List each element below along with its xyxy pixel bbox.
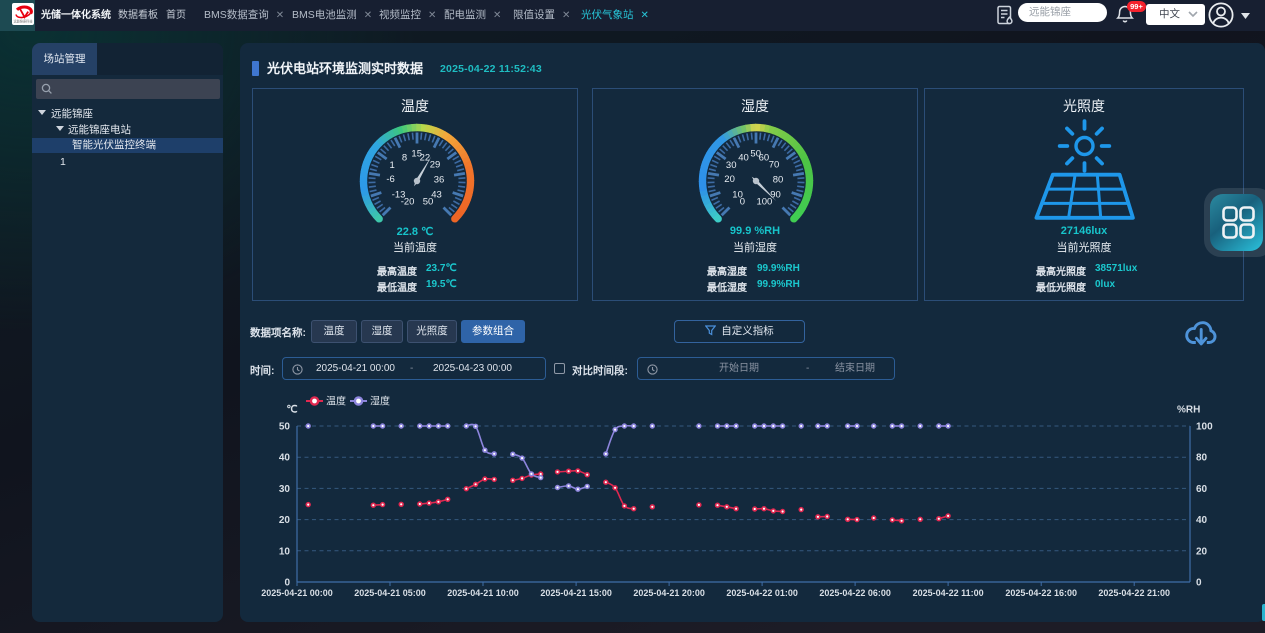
svg-text:湿度: 湿度 xyxy=(370,395,390,408)
svg-text:2025-04-22 01:00: 2025-04-22 01:00 xyxy=(726,588,798,598)
svg-text:2025-04-22 11:00: 2025-04-22 11:00 xyxy=(913,588,984,598)
svg-text:远能锦座科技: 远能锦座科技 xyxy=(13,19,33,24)
svg-text:2025-04-21 20:00: 2025-04-21 20:00 xyxy=(633,588,705,598)
svg-text:10: 10 xyxy=(732,189,743,200)
svg-text:20: 20 xyxy=(724,174,735,185)
svg-text:60: 60 xyxy=(1196,484,1208,495)
svg-text:10: 10 xyxy=(279,546,291,557)
svg-text:℃: ℃ xyxy=(286,405,297,416)
svg-text:36: 36 xyxy=(434,175,445,186)
svg-text:2025-04-22 16:00: 2025-04-22 16:00 xyxy=(1005,588,1077,598)
svg-text:20: 20 xyxy=(1196,546,1208,557)
svg-text:2025-04-21 10:00: 2025-04-21 10:00 xyxy=(447,588,519,598)
svg-text:50: 50 xyxy=(423,197,434,208)
svg-text:20: 20 xyxy=(279,515,291,526)
svg-text:2025-04-21 00:00: 2025-04-21 00:00 xyxy=(261,588,333,598)
svg-text:%RH: %RH xyxy=(1177,405,1200,416)
svg-text:2025-04-22 06:00: 2025-04-22 06:00 xyxy=(819,588,891,598)
svg-text:温度: 温度 xyxy=(326,395,346,408)
svg-text:40: 40 xyxy=(738,153,749,164)
svg-text:100: 100 xyxy=(756,197,772,208)
svg-text:100: 100 xyxy=(1196,422,1213,433)
svg-text:0: 0 xyxy=(284,578,290,589)
svg-text:2025-04-21 05:00: 2025-04-21 05:00 xyxy=(354,588,426,598)
svg-text:80: 80 xyxy=(773,175,784,186)
svg-text:40: 40 xyxy=(1196,515,1208,526)
svg-text:80: 80 xyxy=(1196,453,1208,464)
svg-text:-13: -13 xyxy=(392,189,406,200)
svg-text:40: 40 xyxy=(279,453,291,464)
svg-text:50: 50 xyxy=(279,422,291,433)
svg-text:-6: -6 xyxy=(386,174,394,185)
svg-text:70: 70 xyxy=(769,159,780,170)
svg-text:2025-04-21 15:00: 2025-04-21 15:00 xyxy=(540,588,612,598)
svg-text:29: 29 xyxy=(430,159,441,170)
svg-text:8: 8 xyxy=(402,153,407,164)
svg-text:1: 1 xyxy=(390,160,395,171)
svg-text:2025-04-22 21:00: 2025-04-22 21:00 xyxy=(1098,588,1170,598)
svg-text:0: 0 xyxy=(1196,578,1202,589)
svg-text:30: 30 xyxy=(726,160,737,171)
svg-text:60: 60 xyxy=(759,153,770,164)
svg-text:30: 30 xyxy=(279,484,291,495)
svg-text:22: 22 xyxy=(420,153,431,164)
